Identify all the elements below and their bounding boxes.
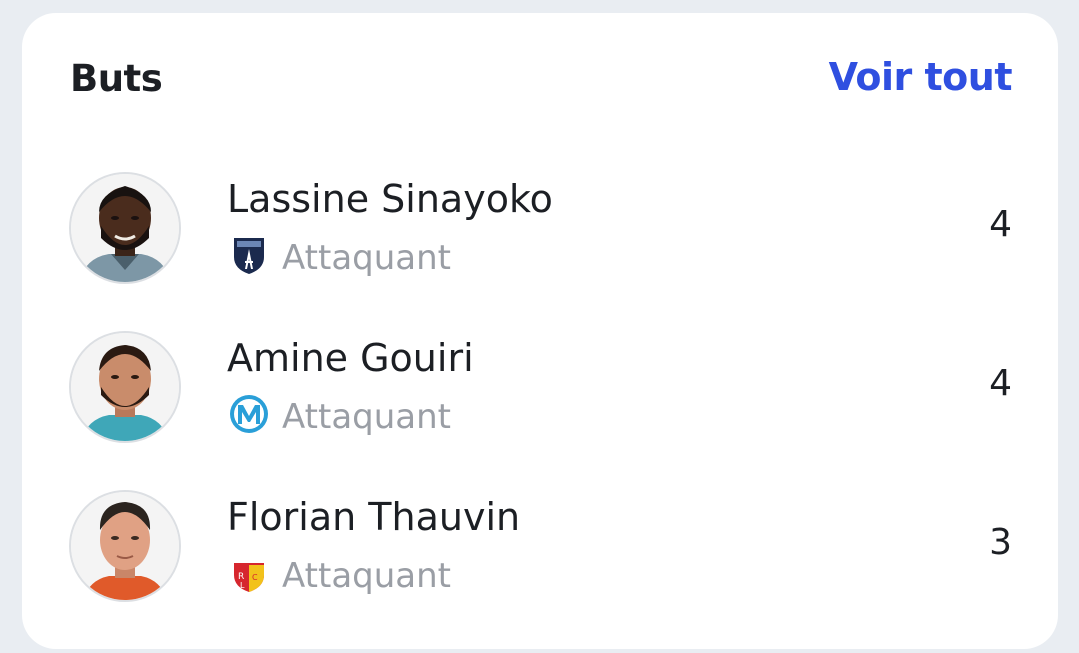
player-name: Amine Gouiri [227, 336, 474, 380]
paris-fc-crest-icon [231, 235, 267, 275]
player-position: Attaquant [282, 556, 452, 596]
top-scorers-card: Buts Voir tout Lassine Sinayoko Attaquan… [22, 13, 1058, 649]
player-avatar [69, 172, 181, 284]
player-position: Attaquant [282, 238, 452, 278]
olympique-marseille-crest-icon [230, 394, 268, 434]
player-row[interactable]: Lassine Sinayoko Attaquant 4 [22, 172, 1058, 322]
player-avatar [69, 490, 181, 602]
player-position: Attaquant [282, 397, 452, 437]
goal-count: 4 [989, 204, 1012, 245]
player-row[interactable]: Florian Thauvin R L C Attaquant 3 [22, 490, 1058, 640]
goal-count: 3 [989, 522, 1012, 563]
svg-text:L: L [240, 581, 245, 590]
goal-count: 4 [989, 363, 1012, 404]
rc-lens-crest-icon: R L C [231, 553, 267, 593]
player-photo-icon [71, 333, 179, 441]
player-name: Florian Thauvin [227, 495, 521, 539]
svg-text:C: C [252, 573, 258, 582]
player-row[interactable]: Amine Gouiri Attaquant 4 [22, 331, 1058, 481]
see-all-link[interactable]: Voir tout [829, 55, 1013, 99]
card-title: Buts [70, 57, 163, 100]
player-photo-icon [71, 492, 179, 600]
player-avatar [69, 331, 181, 443]
player-name: Lassine Sinayoko [227, 177, 553, 221]
player-photo-icon [71, 174, 179, 282]
